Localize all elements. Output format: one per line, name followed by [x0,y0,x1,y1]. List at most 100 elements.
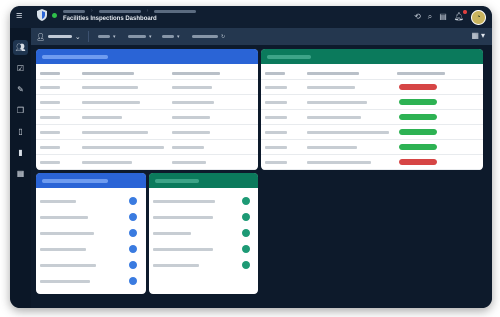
status-indicator [52,13,57,18]
filter-dropdown-1[interactable]: ▾ [98,33,116,40]
table-cell [265,101,287,104]
layout-button[interactable]: ▦ ▾ [471,31,485,40]
list-item[interactable] [36,259,146,273]
table-row[interactable] [261,141,483,155]
caret-down-icon: ▾ [113,33,116,40]
table-cell [172,116,210,119]
indicator-dot [242,197,250,205]
filter-dropdown-2[interactable]: ▾ [128,34,152,40]
avatar[interactable]: ◔ [471,9,486,25]
filter-dropdown-3[interactable]: ▾ [162,34,180,40]
list-item-label [40,280,90,283]
list-item-label [40,248,86,251]
messages-icon[interactable]: ▤ [439,13,447,21]
table-row[interactable] [261,126,483,140]
table-row[interactable] [261,96,483,110]
chevron-down-icon: ⌄ [74,33,81,41]
row-divider [261,154,483,155]
dashboard-icon: ▦ [16,169,25,178]
list-item[interactable] [36,211,146,225]
sidebar-item-checklist[interactable]: ☑ [13,61,28,76]
bell-icon[interactable]: 🔔︎ [454,10,467,21]
row-divider [36,154,258,155]
table-row[interactable] [261,81,483,95]
column-header[interactable] [307,72,359,75]
list-item[interactable] [36,195,146,209]
status-badge [399,84,437,90]
date-range-filter[interactable]: ↻ [192,34,225,40]
list-item[interactable] [149,195,258,209]
list-item[interactable] [149,227,258,241]
panel-title [42,179,108,183]
row-divider [261,169,483,170]
table-cell [172,146,204,149]
inspections-table-panel [36,49,258,170]
sidebar-item-dashboard[interactable]: ▦ [13,166,28,181]
sidebar-item-edit[interactable]: ✎ [13,82,28,97]
breadcrumb-item[interactable] [63,10,85,13]
list-item[interactable] [36,243,146,257]
blue-list-panel [36,173,146,294]
column-header[interactable] [40,72,60,75]
column-header[interactable] [82,72,134,75]
toolbar-divider [88,31,89,42]
indicator-dot [242,229,250,237]
panel-title [155,179,199,183]
indicator-dot [129,229,137,237]
indicator-dot [242,245,250,253]
table-row[interactable] [261,156,483,170]
table-row[interactable] [36,96,258,110]
table-cell [265,86,287,89]
table-cell [82,131,148,134]
list-item[interactable] [149,259,258,273]
table-row[interactable] [261,111,483,125]
status-table-panel [261,49,483,170]
list-item[interactable] [36,227,146,241]
breadcrumb-item[interactable] [98,10,141,13]
indicator-dot [129,197,137,205]
table-cell [82,161,132,164]
table-row[interactable] [36,81,258,95]
dashboard-content [31,45,492,308]
table-cell [40,101,60,104]
row-divider [36,139,258,140]
panel-header [261,49,483,64]
sidebar-item-users[interactable]: 👥︎ [13,40,28,55]
table-cell [172,131,210,134]
menu-icon[interactable]: ≡ [16,11,27,22]
app-window: ≡ › › Facilities Inspections Dashboard ⟲… [10,6,492,308]
sidebar: 👥︎ ☑ ✎ ❐ ▯ ▮ ▦ [10,28,31,308]
sync-icon[interactable]: ⟲ [414,13,421,21]
list-item[interactable] [36,275,146,289]
table-row[interactable] [36,141,258,155]
indicator-dot [129,277,137,285]
sidebar-item-document[interactable]: ▯ [13,124,28,139]
table-cell [265,131,287,134]
list-item[interactable] [149,211,258,225]
column-header[interactable] [397,72,445,75]
caret-down-icon: ▾ [480,31,485,40]
breadcrumb-separator-icon: › [146,8,149,14]
breadcrumb-item[interactable] [154,10,197,13]
table-cell [307,161,371,164]
table-row[interactable] [36,111,258,125]
table-row[interactable] [36,156,258,170]
indicator-dot [242,213,250,221]
table-row[interactable] [36,126,258,140]
user-selector[interactable]: 👤︎ ⌄ [36,31,81,42]
column-header[interactable] [265,72,285,75]
toolbar: 👤︎ ⌄ ▾ ▾ ▾ ↻ ▦ ▾ [31,28,492,45]
search-icon[interactable]: ⌕ [428,13,432,21]
checkbox-icon: ☑ [16,64,25,73]
column-header[interactable] [172,72,220,75]
list-item-label [40,264,96,267]
status-badge [399,114,437,120]
table-cell [172,86,212,89]
documents-icon: ❐ [16,106,25,115]
indicator-dot [242,261,250,269]
list-item-label [40,232,94,235]
sidebar-item-mobile[interactable]: ▮ [13,145,28,160]
list-item[interactable] [149,243,258,257]
sidebar-item-documents[interactable]: ❐ [13,103,28,118]
table-cell [265,116,287,119]
